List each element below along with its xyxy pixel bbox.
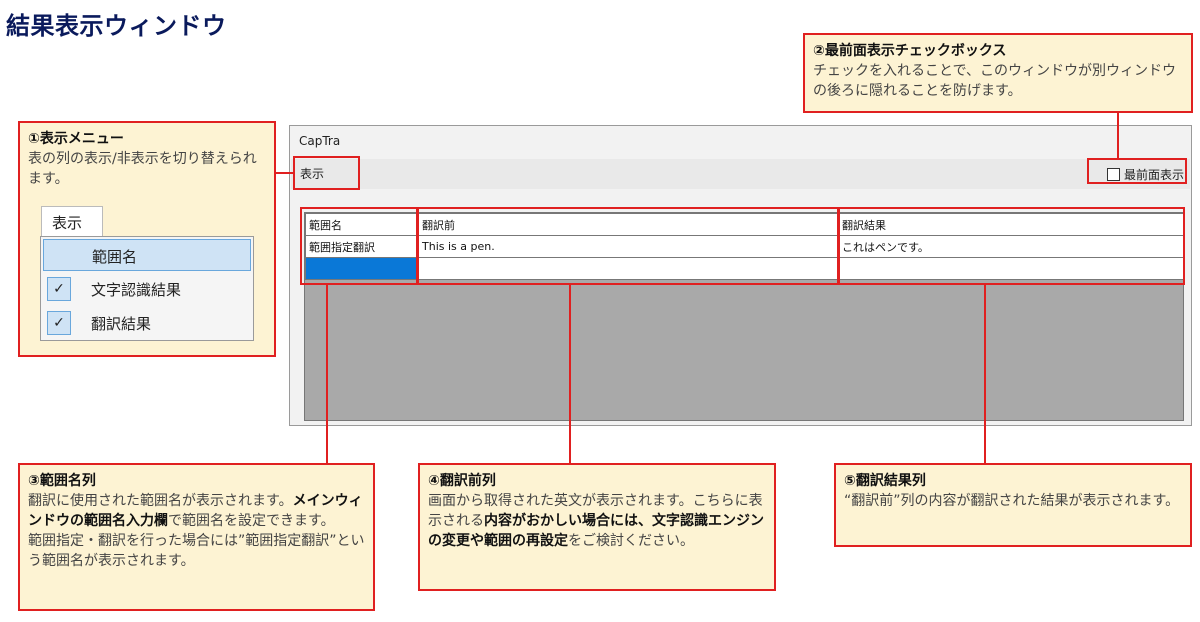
mini-menu-item-range-name[interactable]: 範囲名 — [43, 239, 251, 271]
connector-line — [984, 285, 986, 464]
table-row[interactable] — [305, 257, 1185, 280]
connector-line — [326, 285, 328, 464]
mini-menu-item-translation-result[interactable]: ✓ 翻訳結果 — [43, 307, 251, 339]
view-menu[interactable]: 表示 — [300, 165, 324, 182]
column-header-translation[interactable]: 翻訳結果 — [838, 213, 1185, 236]
callout-title: ⑤翻訳結果列 — [844, 473, 926, 489]
callout-title: ③範囲名列 — [28, 473, 96, 489]
connector-line — [276, 172, 293, 174]
cell-source[interactable] — [418, 257, 839, 280]
column-header-source[interactable]: 翻訳前 — [418, 213, 839, 236]
callout-text: で範囲名を設定できます。 — [168, 513, 335, 529]
mini-menu-item-label: 翻訳結果 — [91, 315, 152, 333]
callout-range-name-col: ③範囲名列 翻訳に使用された範囲名が表示されます。メインウィンドウの範囲名入力欄… — [18, 463, 375, 611]
callout-body: “翻訳前”列の内容が翻訳された結果が表示されます。 — [844, 493, 1180, 509]
window-title: CapTra — [299, 134, 341, 148]
callout-text: をご検討ください。 — [568, 533, 694, 549]
connector-line — [569, 285, 571, 464]
callout-source-col: ④翻訳前列 画面から取得された英文が表示されます。こちらに表示される内容がおかし… — [418, 463, 776, 591]
topmost-checkbox[interactable]: 最前面表示 — [1106, 166, 1184, 183]
mini-menu-tab[interactable]: 表示 — [41, 206, 103, 236]
mini-menu-item-label: 範囲名 — [92, 248, 138, 266]
callout-body: 範囲指定・翻訳を行った場合には”範囲指定翻訳”という範囲名が表示されます。 — [28, 533, 365, 569]
check-icon: ✓ — [47, 311, 71, 335]
table-row[interactable]: 範囲指定翻訳 This is a pen. これはペンです。 — [305, 235, 1185, 258]
connector-line — [1117, 113, 1119, 158]
cell-range-name[interactable] — [305, 257, 419, 280]
callout-topmost: ②最前面表示チェックボックス チェックを入れることで、このウィンドウが別ウィンド… — [803, 33, 1193, 113]
mini-menu-dropdown: 範囲名 ✓ 文字認識結果 ✓ 翻訳結果 — [40, 236, 254, 341]
cell-range-name[interactable]: 範囲指定翻訳 — [305, 235, 419, 258]
view-menu-illustration: 表示 範囲名 ✓ 文字認識結果 ✓ 翻訳結果 — [40, 206, 254, 341]
menu-bar: 表示 最前面表示 — [291, 159, 1190, 189]
mini-menu-item-ocr-result[interactable]: ✓ 文字認識結果 — [43, 273, 251, 305]
cell-translation[interactable] — [838, 257, 1185, 280]
page-title: 結果表示ウィンドウ — [6, 12, 227, 40]
mini-menu-item-label: 文字認識結果 — [91, 281, 182, 299]
cell-source[interactable]: This is a pen. — [418, 235, 839, 258]
callout-title: ①表示メニュー — [28, 131, 124, 147]
callout-body: 翻訳に使用された範囲名が表示されます。メインウィンドウの範囲名入力欄で範囲名を設… — [28, 491, 365, 531]
column-header-range-name[interactable]: 範囲名 — [305, 213, 419, 236]
cell-translation[interactable]: これはペンです。 — [838, 235, 1185, 258]
callout-body: 画面から取得された英文が表示されます。こちらに表示される内容がおかしい場合には、… — [428, 491, 766, 551]
result-window: CapTra 表示 最前面表示 範囲名 翻訳前 翻訳結果 範囲指定翻訳 This… — [289, 125, 1192, 426]
callout-text: 翻訳に使用された範囲名が表示されます。 — [28, 493, 293, 509]
header-row: 範囲名 翻訳前 翻訳結果 — [305, 213, 1185, 236]
check-icon: ✓ — [47, 277, 71, 301]
callout-title: ②最前面表示チェックボックス — [813, 43, 1007, 59]
topmost-label: 最前面表示 — [1123, 168, 1184, 182]
callout-title: ④翻訳前列 — [428, 473, 496, 489]
callout-body: チェックを入れることで、このウィンドウが別ウィンドウの後ろに隠れることを防げます… — [813, 63, 1177, 99]
callout-body: 表の列の表示/非表示を切り替えられます。 — [28, 151, 257, 187]
result-grid: 範囲名 翻訳前 翻訳結果 範囲指定翻訳 This is a pen. これはペン… — [304, 212, 1185, 421]
checkbox-icon[interactable] — [1106, 168, 1120, 181]
callout-translation-col: ⑤翻訳結果列 “翻訳前”列の内容が翻訳された結果が表示されます。 — [834, 463, 1192, 547]
